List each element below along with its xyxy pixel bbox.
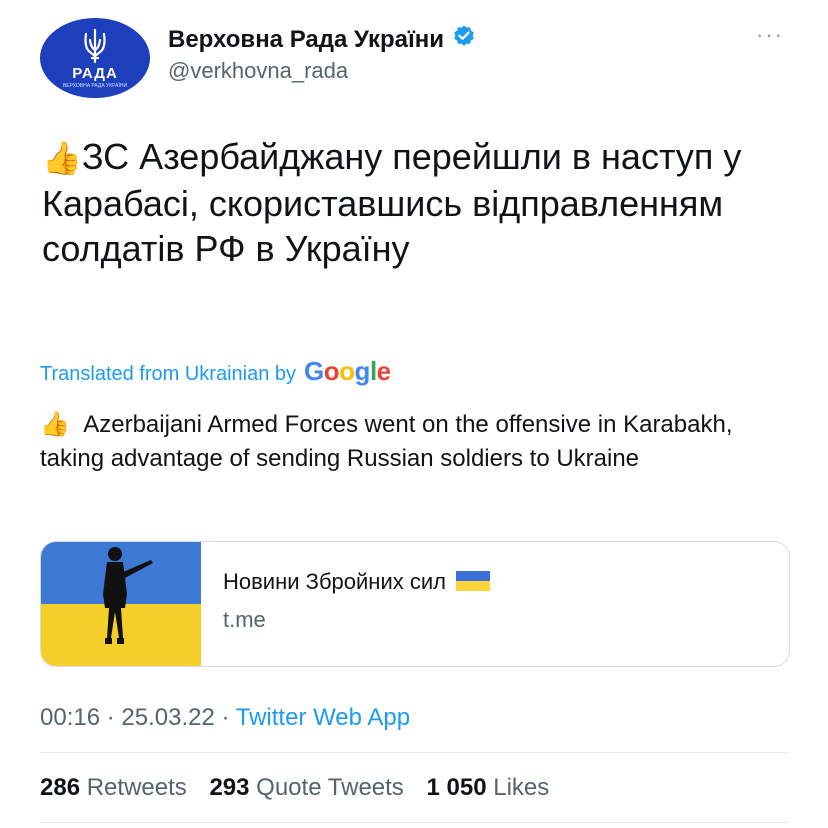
translated-label: Translated from Ukrainian by <box>40 363 297 385</box>
divider <box>40 822 788 823</box>
divider <box>40 752 788 753</box>
display-name[interactable]: Верховна Рада України <box>168 24 476 55</box>
display-name-text: Верховна Рада України <box>168 25 445 53</box>
avatar-small-text: ВЕРХОВНА РАДА УКРАЇНИ <box>62 82 128 89</box>
google-logo: Google <box>304 356 391 386</box>
tweet-source-app[interactable]: Twitter Web App <box>236 704 410 731</box>
tweet-time[interactable]: 00:16 <box>40 704 100 731</box>
avatar-label: РАДА <box>72 64 118 82</box>
retweets-stat[interactable]: 286 Retweets <box>40 774 187 801</box>
more-options-icon[interactable]: ··· <box>756 22 784 48</box>
translation-body: Azerbaijani Armed Forces went on the off… <box>40 411 733 472</box>
meta-separator: · <box>221 704 230 731</box>
avatar[interactable]: РАДА ВЕРХОВНА РАДА УКРАЇНИ <box>40 18 150 98</box>
tweet-text: 👍ЗС Азербайджану перейшли в наступ у Кар… <box>42 134 802 271</box>
account-handle[interactable]: @verkhovna_rada <box>168 58 348 84</box>
trident-icon <box>84 28 106 63</box>
tweet-text-body: ЗС Азербайджану перейшли в наступ у Кара… <box>42 136 742 269</box>
meta-separator: · <box>106 704 115 731</box>
translated-by-google[interactable]: Translated from Ukrainian by Google <box>40 356 391 387</box>
quote-tweets-stat[interactable]: 293 Quote Tweets <box>209 774 403 801</box>
likes-stat[interactable]: 1 050 Likes <box>426 774 549 801</box>
card-title: Новини Збройних сил <box>223 569 490 595</box>
translation-text: 👍 Azerbaijani Armed Forces went on the o… <box>40 408 800 476</box>
link-preview-card[interactable]: Новини Збройних сил t.me <box>40 541 790 667</box>
thumbs-up-icon: 👍 <box>42 140 82 176</box>
tweet-stats: 286 Retweets 293 Quote Tweets 1 050 Like… <box>40 774 549 802</box>
card-domain: t.me <box>223 607 266 632</box>
soldier-flag-image <box>41 542 201 666</box>
tweet-meta: 00:16 · 25.03.22 · Twitter Web App <box>40 704 410 732</box>
verified-badge-icon <box>452 24 476 55</box>
ukraine-flag-icon <box>455 571 490 591</box>
tweet-date[interactable]: 25.03.22 <box>121 704 214 731</box>
thumbs-up-icon: 👍 <box>40 411 70 438</box>
